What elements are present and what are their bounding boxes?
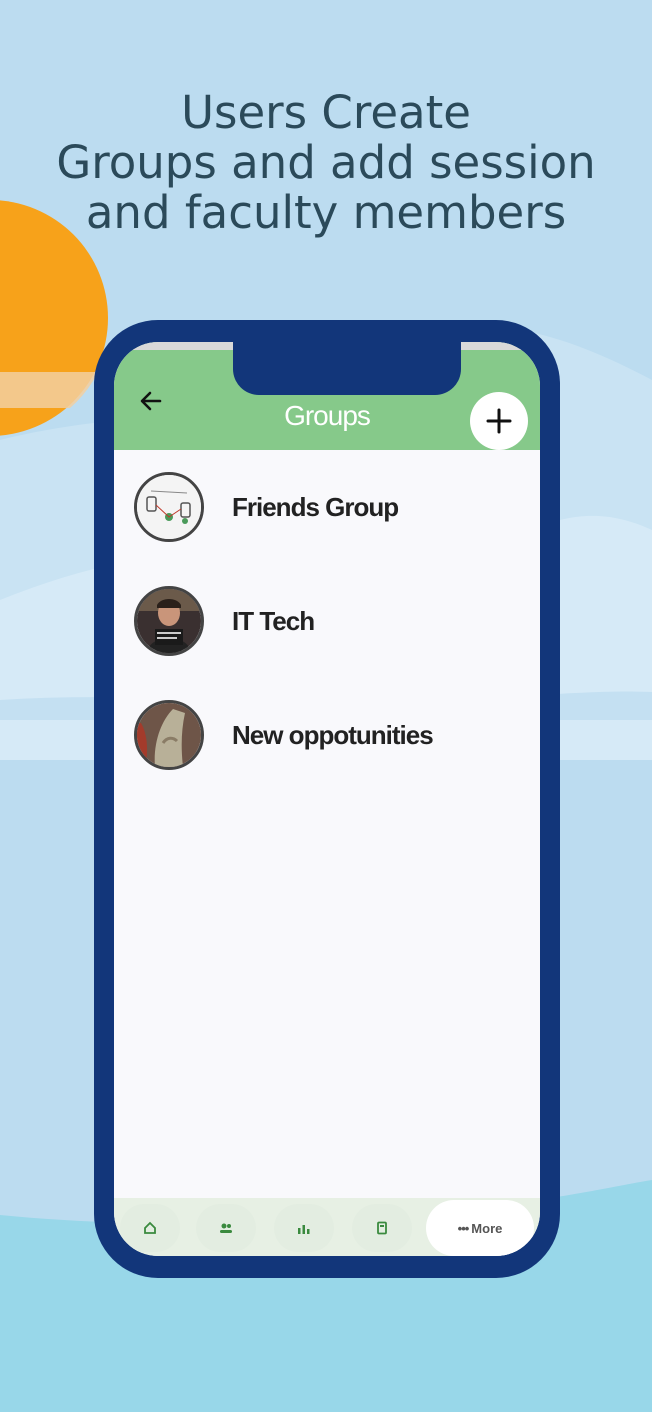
group-item-it-tech[interactable]: IT Tech [114,564,540,678]
add-group-button[interactable] [470,392,528,450]
more-label: More [471,1220,503,1236]
tab-book[interactable] [352,1204,412,1252]
group-avatar [134,586,204,656]
group-name: Friends Group [232,491,399,522]
phone-mockup: Groups Friends Group IT Tech New oppotun… [94,320,560,1278]
phone-notch [233,342,461,395]
hand-photo [137,703,201,767]
group-item-friends[interactable]: Friends Group [114,450,540,564]
tab-home[interactable] [120,1204,180,1252]
chart-icon [298,1225,310,1234]
headline-line-2: Groups and add session [56,136,596,189]
group-avatar [134,472,204,542]
group-avatar [134,700,204,770]
tab-more[interactable]: ••• More [426,1200,534,1256]
person-photo [137,589,201,653]
people-icon [220,1223,232,1233]
plus-icon [486,408,512,434]
group-item-new-opportunities[interactable]: New oppotunities [114,678,540,792]
group-name: IT Tech [232,605,315,636]
headline: Users Create Groups and add session and … [0,88,652,238]
group-name: New oppotunities [232,719,434,750]
tab-chart[interactable] [274,1204,334,1252]
ellipsis-icon: ••• [457,1220,470,1236]
phone-screen: Groups Friends Group IT Tech New oppotun… [114,342,540,1256]
tab-people[interactable] [196,1204,256,1252]
headline-line-3: and faculty members [85,186,567,239]
home-icon [144,1221,156,1234]
group-list: Friends Group IT Tech New oppotunities [114,450,540,792]
bottom-tab-bar: ••• More [114,1198,540,1256]
network-diagram-image [137,475,201,539]
headline-line-1: Users Create [181,86,471,139]
book-icon [377,1221,387,1235]
